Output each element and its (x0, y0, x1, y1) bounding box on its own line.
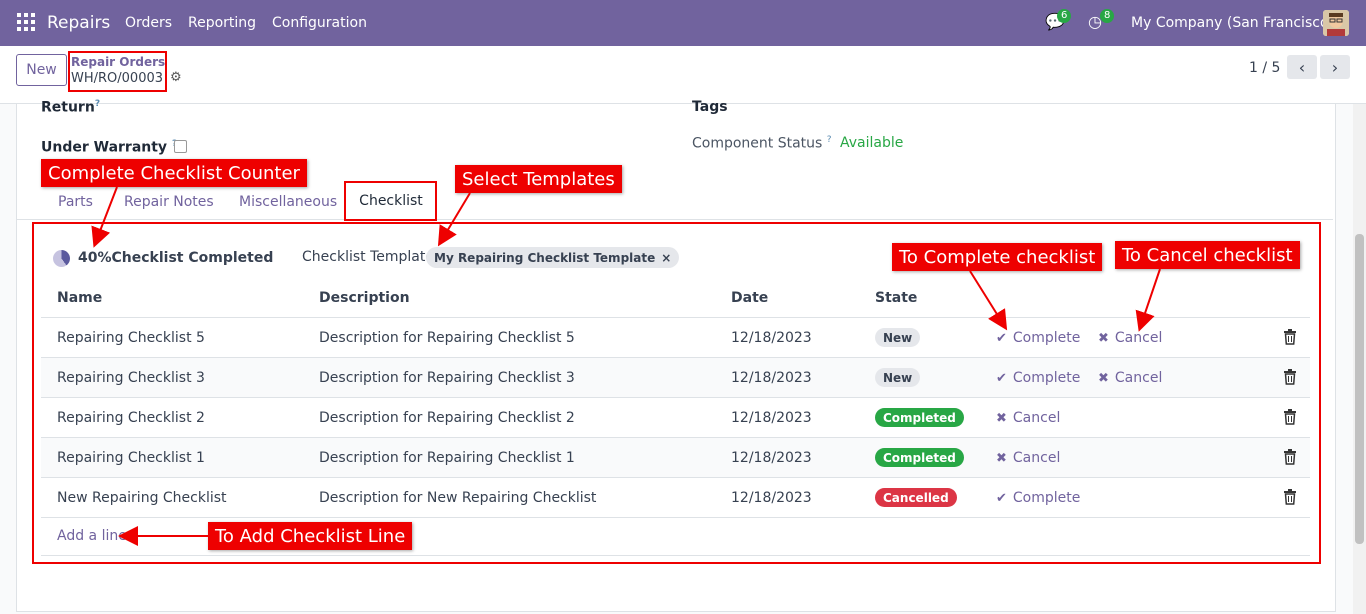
arrow-counter (91, 186, 118, 248)
arrow-cancel (1135, 268, 1161, 332)
annotation-arrows (91, 186, 1161, 546)
arrow-templates (437, 192, 471, 247)
arrow-complete (969, 270, 1008, 331)
